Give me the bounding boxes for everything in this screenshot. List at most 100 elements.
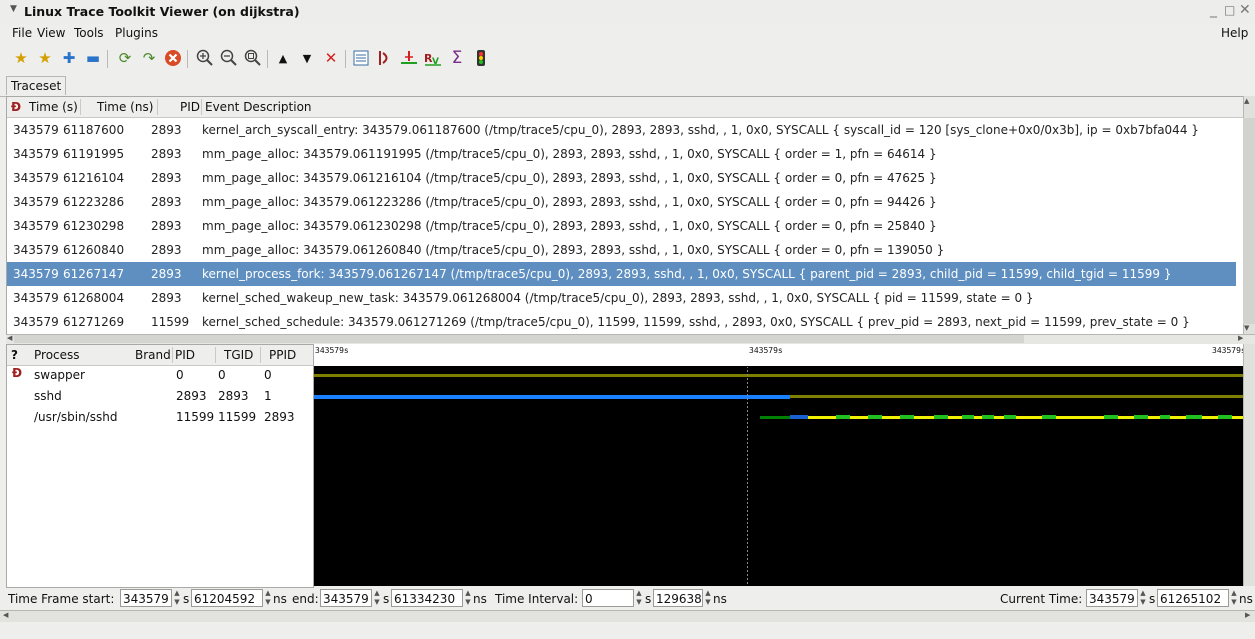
- col-pid[interactable]: PID: [175, 348, 195, 362]
- scroll-left-arrow[interactable]: ◀: [3, 611, 8, 619]
- col-tgid[interactable]: TGID: [224, 348, 253, 362]
- event-time-ns: 61216104: [63, 171, 125, 185]
- scroll-left-arrow[interactable]: ◀: [7, 334, 12, 342]
- scroll-up-arrow[interactable]: ▲: [1244, 97, 1249, 105]
- zoom-fit-icon[interactable]: [243, 48, 263, 68]
- current-ns-spinner[interactable]: ▲ ▼: [1230, 589, 1238, 607]
- interval-ns-input[interactable]: 129638: [653, 589, 703, 607]
- remove-trace-icon[interactable]: ▬: [83, 48, 103, 68]
- window-menu-icon[interactable]: ▼: [10, 4, 17, 14]
- menu-file[interactable]: File: [12, 26, 32, 40]
- event-row[interactable]: 343579 61187600 2893 kernel_arch_syscall_en…: [7, 118, 1236, 142]
- event-description: mm_page_alloc: 343579.061230298 (/tmp/tr…: [202, 219, 937, 233]
- col-ppid[interactable]: PPID: [269, 348, 296, 362]
- process-ppid: 0: [264, 368, 272, 382]
- zoom-in-icon[interactable]: [195, 48, 215, 68]
- current-ns-input[interactable]: 61265102: [1157, 589, 1229, 607]
- window-title: Linux Trace Toolkit Viewer (on dijkstra): [24, 4, 300, 19]
- column-separator: [215, 347, 216, 363]
- col-event-description[interactable]: Event Description: [205, 100, 312, 114]
- event-row[interactable]: 343579 61223286 2893 mm_page_alloc: 343579.…: [7, 190, 1236, 214]
- interval-seconds-input[interactable]: 0: [582, 589, 634, 607]
- process-tgid: 11599: [218, 410, 257, 424]
- event-row[interactable]: 343579 61191995 2893 mm_page_alloc: 343579.…: [7, 142, 1236, 166]
- ns-unit: ns: [473, 592, 487, 606]
- add-trace-icon[interactable]: ✚: [59, 48, 79, 68]
- help-icon[interactable]: ?: [11, 348, 18, 362]
- current-seconds-input[interactable]: 343579: [1086, 589, 1138, 607]
- minimize-icon[interactable]: _: [1210, 2, 1217, 18]
- control-flow-timeline[interactable]: [314, 344, 1243, 586]
- end-seconds-input[interactable]: 343579: [320, 589, 372, 607]
- process-pid: 2893: [176, 389, 207, 403]
- end-ns-input[interactable]: 61334230: [391, 589, 463, 607]
- col-time-ns[interactable]: Time (ns): [97, 100, 153, 114]
- delete-icon[interactable]: ✕: [321, 48, 341, 68]
- menu-help[interactable]: Help: [1221, 26, 1248, 40]
- menu-tools[interactable]: Tools: [74, 26, 104, 40]
- end-seconds-spinner[interactable]: ▲ ▼: [373, 589, 381, 607]
- event-description: kernel_sched_schedule: 343579.061271269 …: [202, 315, 1190, 329]
- event-row[interactable]: 343579 61260840 2893 mm_page_alloc: 343579.…: [7, 238, 1236, 262]
- s-unit: s: [383, 592, 390, 606]
- event-row[interactable]: 343579 61230298 2893 mm_page_alloc: 343579.…: [7, 214, 1236, 238]
- event-pid: 2893: [151, 267, 182, 281]
- sum-statistics-icon[interactable]: Σ: [447, 48, 467, 68]
- resource-view-icon[interactable]: RV: [423, 48, 443, 68]
- current-seconds-spinner[interactable]: ▲ ▼: [1139, 589, 1147, 607]
- go-up-icon[interactable]: ▲: [273, 48, 293, 68]
- start-seconds-spinner[interactable]: ▲ ▼: [173, 589, 181, 607]
- scroll-right-arrow[interactable]: ▶: [1245, 611, 1250, 619]
- s-unit: s: [645, 592, 652, 606]
- col-brand[interactable]: Brand: [135, 348, 171, 362]
- event-table-hscroll-thumb[interactable]: [14, 335, 1024, 343]
- tab-traceset[interactable]: Traceset: [6, 76, 67, 95]
- stop-icon[interactable]: [163, 48, 183, 68]
- continue-icon[interactable]: ↷: [139, 48, 159, 68]
- toolbar-separator: [345, 50, 346, 68]
- event-list-icon[interactable]: [351, 48, 371, 68]
- new-window-icon[interactable]: ★: [11, 48, 31, 68]
- event-row[interactable]: 343579 61216104 2893 mm_page_alloc: 343579.…: [7, 166, 1236, 190]
- menu-bar: [0, 24, 1255, 44]
- scroll-right-arrow[interactable]: ▶: [1238, 334, 1243, 342]
- event-marker-icon[interactable]: Ð: [11, 100, 21, 114]
- event-time-s: 343579: [13, 243, 59, 257]
- process-row[interactable]: swapper 0 0 0: [7, 365, 307, 385]
- event-row[interactable]: 343579 61268004 2893 kernel_sched_wakeup_ne…: [7, 286, 1236, 310]
- process-ppid: 1: [264, 389, 272, 403]
- go-down-icon[interactable]: ▼: [297, 48, 317, 68]
- tab-strip: [0, 74, 1255, 97]
- start-seconds-input[interactable]: 343579: [120, 589, 172, 607]
- maximize-icon[interactable]: □: [1224, 3, 1235, 17]
- menu-view[interactable]: View: [37, 26, 65, 40]
- event-description: mm_page_alloc: 343579.061223286 (/tmp/tr…: [202, 195, 937, 209]
- event-time-ns: 61223286: [63, 195, 125, 209]
- timeline-vscrollbar[interactable]: [1243, 344, 1255, 586]
- event-pid: 2893: [151, 147, 182, 161]
- start-ns-spinner[interactable]: ▲ ▼: [264, 589, 272, 607]
- scroll-down-arrow[interactable]: ▼: [1244, 324, 1249, 332]
- col-pid[interactable]: PID: [180, 100, 200, 114]
- process-row[interactable]: sshd 2893 2893 1: [7, 386, 307, 406]
- reload-icon[interactable]: ⟳: [115, 48, 135, 68]
- traffic-light-icon[interactable]: [471, 48, 491, 68]
- process-row[interactable]: /usr/sbin/sshd 11599 11599 2893: [7, 407, 307, 427]
- new-tab-icon[interactable]: ★: [35, 48, 55, 68]
- event-row[interactable]: 343579 61271269 11599 kernel_sched_schedule…: [7, 310, 1236, 334]
- col-process[interactable]: Process: [34, 348, 80, 362]
- end-ns-spinner[interactable]: ▲ ▼: [464, 589, 472, 607]
- close-icon[interactable]: ✕: [1239, 2, 1251, 18]
- event-row[interactable]: 343579 61267147 2893 kernel_process_fork: 3…: [7, 262, 1236, 286]
- event-description: mm_page_alloc: 343579.061216104 (/tmp/tr…: [202, 171, 937, 185]
- start-ns-input[interactable]: 61204592: [191, 589, 263, 607]
- menu-plugins[interactable]: Plugins: [115, 26, 158, 40]
- s-unit: s: [183, 592, 190, 606]
- statistics-bar-icon[interactable]: [399, 48, 419, 68]
- control-flow-icon[interactable]: [375, 48, 395, 68]
- interval-seconds-spinner[interactable]: ▲ ▼: [635, 589, 643, 607]
- col-time-s[interactable]: Time (s): [29, 100, 78, 114]
- event-table-vscroll-thumb[interactable]: [1243, 118, 1255, 324]
- interval-ns-spinner[interactable]: ▲ ▼: [704, 589, 712, 607]
- zoom-out-icon[interactable]: [219, 48, 239, 68]
